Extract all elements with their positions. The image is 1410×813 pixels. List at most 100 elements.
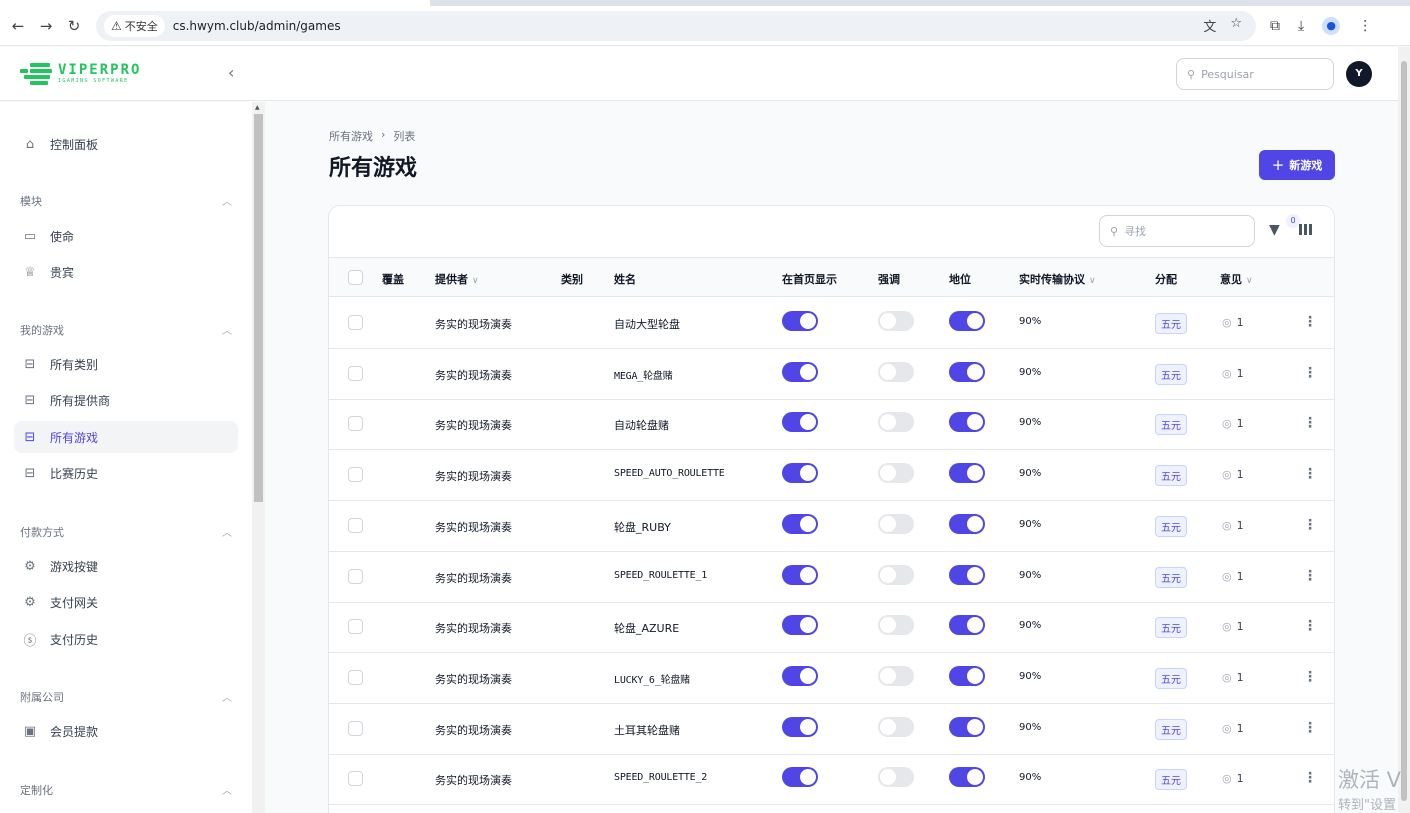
status-toggle[interactable] bbox=[949, 615, 985, 636]
show-home-toggle[interactable] bbox=[782, 564, 818, 585]
table-row[interactable]: 务实的现场演奏 自动大型轮盘 90% 五元 ◎ 1 ⋮ bbox=[329, 298, 1334, 349]
address-bar[interactable]: ⚠ 不安全 cs.hwym.club/admin/games 文 ☆ bbox=[96, 10, 1256, 41]
row-checkbox[interactable] bbox=[348, 416, 363, 432]
translate-icon[interactable]: 文 bbox=[1203, 16, 1216, 35]
row-checkbox[interactable] bbox=[348, 568, 363, 584]
status-toggle[interactable] bbox=[949, 564, 985, 585]
sidebar-item-payment-history[interactable]: ⓢ 支付历史 bbox=[14, 623, 238, 655]
show-home-toggle[interactable] bbox=[782, 716, 818, 737]
row-checkbox[interactable] bbox=[348, 619, 363, 635]
sidebar-scrollbar[interactable]: ▲ bbox=[252, 102, 265, 813]
show-home-toggle[interactable] bbox=[782, 412, 818, 433]
table-row[interactable]: 务实的现场演奏 MEGA_轮盘赌 90% 五元 ◎ 1 ⋮ bbox=[329, 349, 1334, 400]
show-home-toggle[interactable] bbox=[782, 615, 818, 636]
sidebar-item-missions[interactable]: ▭ 使命 bbox=[14, 220, 238, 252]
highlight-toggle[interactable] bbox=[878, 513, 914, 534]
row-actions-menu-icon[interactable]: ⋮ bbox=[1303, 720, 1317, 736]
status-toggle[interactable] bbox=[949, 361, 985, 382]
column-header-views[interactable]: 意见 ∨ bbox=[1220, 271, 1253, 287]
table-row[interactable]: 务实的现场演奏 轮盘_RUBY 90% 五元 ◎ 1 ⋮ bbox=[329, 501, 1334, 552]
column-header-rtp[interactable]: 实时传输协议 ∨ bbox=[1019, 271, 1096, 287]
highlight-toggle[interactable] bbox=[878, 665, 914, 686]
sidebar-item-all-games[interactable]: ⊟ 所有游戏 bbox=[14, 421, 238, 453]
back-icon[interactable]: ← bbox=[4, 17, 32, 35]
table-row[interactable]: 务实的现场演奏 SPEED_ROULETTE_1 90% 五元 ◎ 1 ⋮ bbox=[329, 552, 1334, 603]
row-actions-menu-icon[interactable]: ⋮ bbox=[1303, 568, 1317, 584]
row-checkbox[interactable] bbox=[348, 669, 363, 685]
highlight-toggle[interactable] bbox=[878, 361, 914, 382]
table-row[interactable]: 务实的现场演奏 自动轮盘赌 90% 五元 ◎ 1 ⋮ bbox=[329, 399, 1334, 451]
status-toggle[interactable] bbox=[949, 767, 985, 788]
browser-menu-icon[interactable]: ⋮ bbox=[1358, 18, 1372, 34]
row-checkbox[interactable] bbox=[348, 771, 363, 787]
row-actions-menu-icon[interactable]: ⋮ bbox=[1303, 314, 1317, 330]
sidebar-item-vip[interactable]: ♕ 贵宾 bbox=[14, 256, 238, 288]
global-search-input[interactable]: ⚲ Pesquisar bbox=[1176, 58, 1334, 90]
status-toggle[interactable] bbox=[949, 513, 985, 534]
security-chip[interactable]: ⚠ 不安全 bbox=[104, 14, 165, 37]
row-checkbox[interactable] bbox=[348, 315, 363, 330]
column-header-provider[interactable]: 提供者 ∨ bbox=[435, 271, 479, 287]
show-home-toggle[interactable] bbox=[782, 361, 818, 382]
highlight-toggle[interactable] bbox=[878, 311, 914, 331]
row-checkbox[interactable] bbox=[348, 517, 363, 533]
row-checkbox[interactable] bbox=[348, 365, 363, 381]
sidebar-item-all-providers[interactable]: ⊟ 所有提供商 bbox=[14, 384, 238, 416]
extensions-icon[interactable]: ⧉ bbox=[1270, 18, 1280, 34]
table-row[interactable]: 务实的现场演奏 SPEED_AUTO_ROULETTE 90% 五元 ◎ 1 ⋮ bbox=[329, 450, 1334, 502]
highlight-toggle[interactable] bbox=[878, 463, 914, 484]
row-actions-menu-icon[interactable]: ⋮ bbox=[1303, 618, 1317, 634]
sidebar-group-my-games[interactable]: 我的游戏 ︿ bbox=[20, 322, 232, 338]
sidebar-group-payments[interactable]: 付款方式 ︿ bbox=[20, 524, 232, 540]
highlight-toggle[interactable] bbox=[878, 767, 914, 788]
table-search-input[interactable]: ⚲ 寻找 bbox=[1099, 215, 1255, 247]
status-toggle[interactable] bbox=[949, 716, 985, 737]
row-actions-menu-icon[interactable]: ⋮ bbox=[1303, 415, 1317, 431]
table-row[interactable]: 务实的现场演奏 轮盘_AZURE 90% 五元 ◎ 1 ⋮ bbox=[329, 602, 1334, 654]
sidebar-item-dashboard[interactable]: ⌂ 控制面板 bbox=[14, 128, 238, 160]
sidebar-group-affiliates[interactable]: 附属公司 ︿ bbox=[20, 689, 232, 705]
bookmark-star-icon[interactable]: ☆ bbox=[1230, 16, 1242, 35]
table-row[interactable]: 务实的现场演奏 LUCKY_6_轮盘赌 90% 五元 ◎ 1 ⋮ bbox=[329, 653, 1334, 704]
sidebar-item-all-categories[interactable]: ⊟ 所有类别 bbox=[14, 348, 238, 380]
highlight-toggle[interactable] bbox=[878, 716, 914, 737]
show-home-toggle[interactable] bbox=[782, 513, 818, 534]
highlight-toggle[interactable] bbox=[878, 615, 914, 636]
sidebar-item-game-keys[interactable]: ⚙ 游戏按键 bbox=[14, 550, 238, 582]
status-toggle[interactable] bbox=[949, 311, 985, 331]
user-avatar[interactable]: Y bbox=[1346, 61, 1372, 87]
row-actions-menu-icon[interactable]: ⋮ bbox=[1303, 669, 1317, 685]
show-home-toggle[interactable] bbox=[782, 463, 818, 484]
select-all-checkbox[interactable] bbox=[348, 270, 363, 285]
row-checkbox[interactable] bbox=[348, 467, 363, 483]
status-toggle[interactable] bbox=[949, 665, 985, 686]
show-home-toggle[interactable] bbox=[782, 665, 818, 686]
sidebar-item-match-history[interactable]: ⊟ 比赛历史 bbox=[14, 457, 238, 489]
download-icon[interactable]: ⤓ bbox=[1298, 18, 1304, 34]
row-actions-menu-icon[interactable]: ⋮ bbox=[1303, 365, 1317, 381]
sidebar-item-payment-gateway[interactable]: ⚙ 支付网关 bbox=[14, 586, 238, 618]
table-row[interactable]: 务实的现场演奏 土耳其轮盘赌 90% 五元 ◎ 1 ⋮ bbox=[329, 704, 1334, 755]
row-actions-menu-icon[interactable]: ⋮ bbox=[1303, 517, 1317, 533]
table-row[interactable]: 务实的现场演奏 SPEED_ROULETTE_2 90% 五元 ◎ 1 ⋮ bbox=[329, 754, 1334, 806]
collapse-sidebar-icon[interactable]: ‹ bbox=[228, 63, 234, 82]
page-scrollbar[interactable] bbox=[1398, 47, 1410, 813]
row-actions-menu-icon[interactable]: ⋮ bbox=[1303, 770, 1317, 786]
highlight-toggle[interactable] bbox=[878, 412, 914, 433]
show-home-toggle[interactable] bbox=[782, 767, 818, 788]
profile-icon[interactable]: ● bbox=[1322, 16, 1341, 35]
url-text[interactable]: cs.hwym.club/admin/games bbox=[173, 19, 341, 33]
reload-icon[interactable]: ↻ bbox=[60, 17, 88, 35]
logo[interactable]: VIPERPRO IGAMING SOFTWARE bbox=[20, 63, 141, 85]
row-actions-menu-icon[interactable]: ⋮ bbox=[1303, 466, 1317, 482]
columns-toggle-icon[interactable] bbox=[1299, 224, 1312, 235]
sidebar-group-modules[interactable]: 模块 ︿ bbox=[20, 193, 232, 209]
row-checkbox[interactable] bbox=[348, 720, 363, 736]
new-game-button[interactable]: + 新游戏 bbox=[1259, 150, 1335, 180]
highlight-toggle[interactable] bbox=[878, 564, 914, 585]
status-toggle[interactable] bbox=[949, 463, 985, 484]
filter-icon[interactable]: ▼ bbox=[1269, 222, 1280, 238]
sidebar-item-member-withdrawals[interactable]: ▣ 会员提款 bbox=[14, 715, 238, 747]
breadcrumb-link[interactable]: 所有游戏 bbox=[329, 128, 373, 144]
status-toggle[interactable] bbox=[949, 412, 985, 433]
